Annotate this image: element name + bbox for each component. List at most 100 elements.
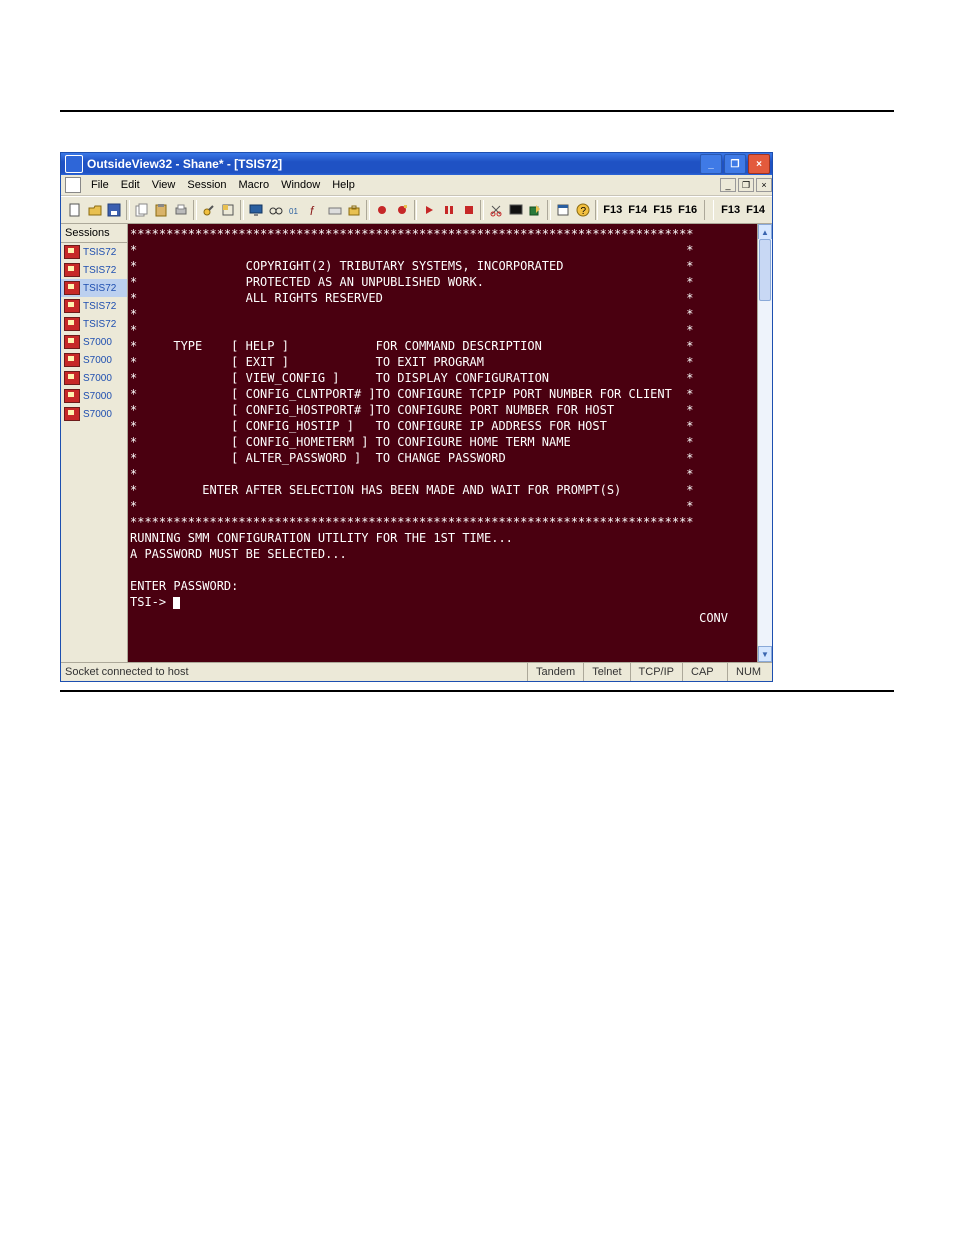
pause-icon[interactable] [440,200,458,220]
session-label: S7000 [83,409,112,420]
function-icon[interactable]: f [306,200,324,220]
terminal-area[interactable]: ****************************************… [128,224,772,662]
session-item[interactable]: TSIS72 [61,297,127,315]
session-icon [64,389,80,403]
export-icon[interactable] [527,200,545,220]
new-icon[interactable] [66,200,84,220]
title-bar: OutsideView32 - Shane* - [TSIS72] _ ❐ × [61,153,772,175]
settings-icon[interactable] [220,200,238,220]
scroll-up-icon[interactable]: ▲ [758,224,772,240]
session-item[interactable]: S7000 [61,405,127,423]
glasses-icon[interactable] [267,200,285,220]
menu-macro[interactable]: Macro [233,177,276,193]
status-num: NUM [727,663,772,681]
sessions-header: Sessions [61,224,127,243]
terminal-output: ****************************************… [130,226,758,594]
session-item[interactable]: S7000 [61,369,127,387]
session-item[interactable]: S7000 [61,333,127,351]
session-item[interactable]: TSIS72 [61,243,127,261]
cut-icon[interactable] [487,200,505,220]
session-icon [64,371,80,385]
app-window: OutsideView32 - Shane* - [TSIS72] _ ❐ × … [60,152,773,682]
menu-bar: FileEditViewSessionMacroWindowHelp _ ❐ × [61,175,772,196]
window-icon[interactable] [554,200,572,220]
stop-icon[interactable] [460,200,478,220]
session-item[interactable]: TSIS72 [61,261,127,279]
menu-session[interactable]: Session [181,177,232,193]
page-bottom-rule [60,690,894,692]
scroll-thumb[interactable] [759,239,771,301]
fkey-f14[interactable]: F14 [625,204,650,216]
status-message: Socket connected to host [61,666,527,678]
terminal-icon[interactable] [507,200,525,220]
paste-icon[interactable] [153,200,171,220]
terminal-mode: CONV [130,610,758,626]
session-label: TSIS72 [83,247,116,258]
open-icon[interactable] [86,200,104,220]
keyboard-icon[interactable] [326,200,344,220]
record2-icon[interactable] [393,200,411,220]
sessions-sidebar: Sessions TSIS72TSIS72TSIS72TSIS72TSIS72S… [61,224,128,662]
svg-text:?: ? [580,206,586,217]
play-icon[interactable] [420,200,438,220]
menu-edit[interactable]: Edit [115,177,146,193]
fkey-f16[interactable]: F16 [675,204,700,216]
status-transport: TCP/IP [630,663,682,681]
svg-text:01: 01 [289,207,298,216]
session-icon [64,353,80,367]
mdi-restore-button[interactable]: ❐ [738,178,754,192]
fkey-f15[interactable]: F15 [650,204,675,216]
fkey-labels: F13 F14 F15 F16 F13 F14 [600,200,768,220]
status-emulation: Tandem [527,663,583,681]
status-protocol: Telnet [583,663,629,681]
session-label: S7000 [83,391,112,402]
binary-icon[interactable]: 01 [286,200,304,220]
session-icon [64,281,80,295]
session-icon [64,317,80,331]
session-icon [64,407,80,421]
terminal-prompt: TSI-> [130,595,173,609]
vertical-scrollbar[interactable]: ▲ ▼ [757,224,772,662]
fkey-f13b[interactable]: F13 [718,204,743,216]
menu-help[interactable]: Help [326,177,361,193]
fkey-f13[interactable]: F13 [600,204,625,216]
record-icon[interactable] [373,200,391,220]
toolbox-icon[interactable] [346,200,364,220]
document-icon [65,177,81,193]
window-maximize-button[interactable]: ❐ [724,154,746,174]
window-close-button[interactable]: × [748,154,770,174]
scroll-track[interactable] [758,239,772,647]
session-label: TSIS72 [83,283,116,294]
session-item[interactable]: S7000 [61,351,127,369]
app-icon [65,155,83,173]
page-top-rule [60,110,894,112]
save-icon[interactable] [105,200,123,220]
window-minimize-button[interactable]: _ [700,154,722,174]
screen-icon[interactable] [247,200,265,220]
session-label: S7000 [83,337,112,348]
print-icon[interactable] [172,200,190,220]
session-icon [64,263,80,277]
session-icon [64,299,80,313]
svg-text:f: f [310,204,315,217]
session-item[interactable]: TSIS72 [61,315,127,333]
menu-view[interactable]: View [146,177,182,193]
menu-file[interactable]: File [85,177,115,193]
help-icon[interactable]: ? [574,200,592,220]
mdi-close-button[interactable]: × [756,178,772,192]
session-item[interactable]: S7000 [61,387,127,405]
session-item[interactable]: TSIS72 [61,279,127,297]
scroll-down-icon[interactable]: ▼ [758,646,772,662]
session-label: TSIS72 [83,265,116,276]
fkey-f14b[interactable]: F14 [743,204,768,216]
connect-icon[interactable] [200,200,218,220]
session-label: S7000 [83,355,112,366]
status-caps: CAP [682,663,727,681]
toolbar: 01 f ? F13 F14 F15 F16 [61,196,772,224]
menu-window[interactable]: Window [275,177,326,193]
cursor-icon [173,597,180,609]
terminal-prompt-line[interactable]: TSI-> [130,594,758,610]
window-title: OutsideView32 - Shane* - [TSIS72] [87,157,282,171]
mdi-minimize-button[interactable]: _ [720,178,736,192]
copy-icon[interactable] [133,200,151,220]
